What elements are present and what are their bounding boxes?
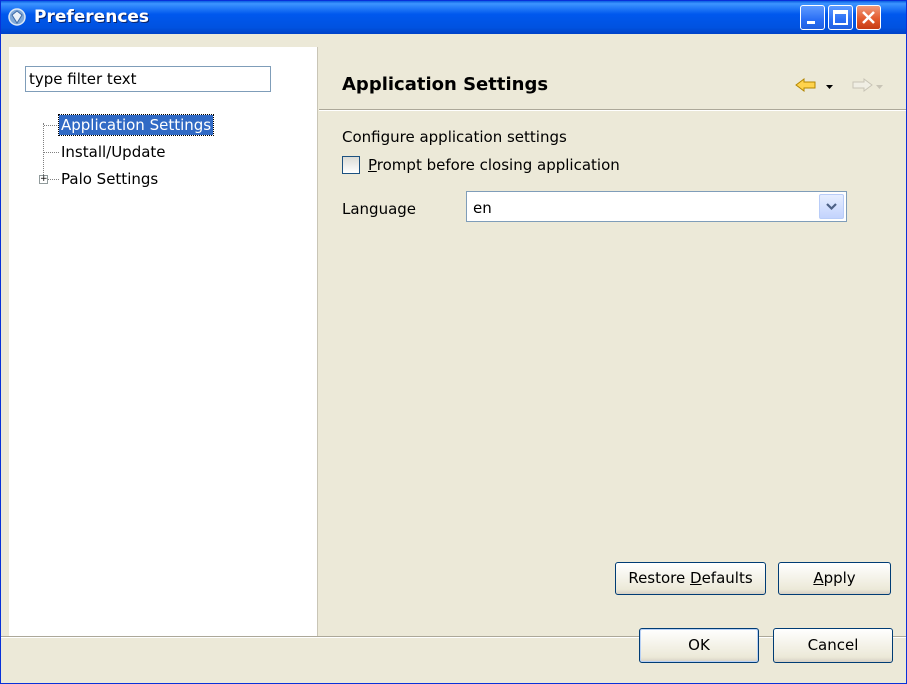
button-text: pply — [823, 569, 856, 587]
ok-button[interactable]: OK — [639, 628, 759, 663]
chevron-down-icon — [826, 203, 837, 211]
apply-button[interactable]: Apply — [778, 562, 891, 595]
prompt-before-closing-label[interactable]: Prompt before closing application — [368, 156, 620, 174]
back-button[interactable] — [795, 77, 817, 96]
navigation-pane — [9, 47, 318, 637]
forward-button[interactable] — [851, 77, 873, 96]
back-history-dropdown[interactable] — [825, 79, 835, 95]
restore-defaults-button[interactable]: Restore Defaults — [615, 562, 766, 595]
language-select[interactable]: en — [466, 191, 847, 222]
filter-input[interactable] — [25, 66, 271, 92]
expand-plus-icon[interactable]: + — [39, 175, 48, 184]
maximize-button[interactable] — [828, 5, 853, 30]
mnemonic: D — [690, 569, 702, 587]
tree-item-palo-settings[interactable]: Palo Settings — [59, 169, 160, 189]
forward-arrow-icon — [852, 78, 873, 92]
page-description: Configure application settings — [342, 128, 567, 146]
mnemonic: P — [368, 156, 377, 174]
mnemonic: A — [813, 569, 824, 587]
tree-item-application-settings[interactable]: Application Settings — [57, 114, 215, 136]
tree-item-label: Install/Update — [61, 143, 166, 161]
back-arrow-icon — [795, 78, 816, 92]
settings-pane — [319, 34, 906, 636]
footer-separator — [1, 636, 906, 638]
checkbox-label-text: rompt before closing application — [376, 156, 620, 174]
chevron-down-icon — [876, 85, 883, 89]
tree-item-label: Application Settings — [57, 114, 215, 136]
window-title: Preferences — [34, 7, 150, 27]
cancel-button[interactable]: Cancel — [773, 628, 893, 663]
tree-line — [44, 152, 59, 153]
header-separator — [319, 109, 906, 111]
chevron-down-icon — [826, 85, 833, 89]
title-bar[interactable]: Preferences — [1, 1, 906, 34]
close-icon — [862, 11, 875, 24]
tree-line — [48, 179, 59, 180]
tree-line — [44, 125, 59, 126]
app-icon — [8, 8, 26, 26]
preferences-window: Preferences Application Settings Install… — [0, 0, 907, 684]
tree-item-label: Palo Settings — [61, 170, 159, 188]
tree-line — [43, 123, 44, 179]
minimize-icon — [807, 21, 815, 24]
maximize-icon — [833, 10, 848, 25]
prompt-before-closing-checkbox[interactable] — [342, 156, 360, 174]
language-select-value: en — [473, 199, 492, 217]
button-text: Restore — [628, 569, 691, 587]
close-button[interactable] — [856, 5, 881, 30]
page-title: Application Settings — [342, 74, 549, 95]
language-label: Language — [342, 200, 417, 218]
button-text: efaults — [701, 569, 753, 587]
tree-item-install-update[interactable]: Install/Update — [59, 142, 168, 162]
minimize-button[interactable] — [800, 5, 825, 30]
language-dropdown-button[interactable] — [819, 194, 844, 219]
forward-history-dropdown[interactable] — [875, 79, 885, 95]
